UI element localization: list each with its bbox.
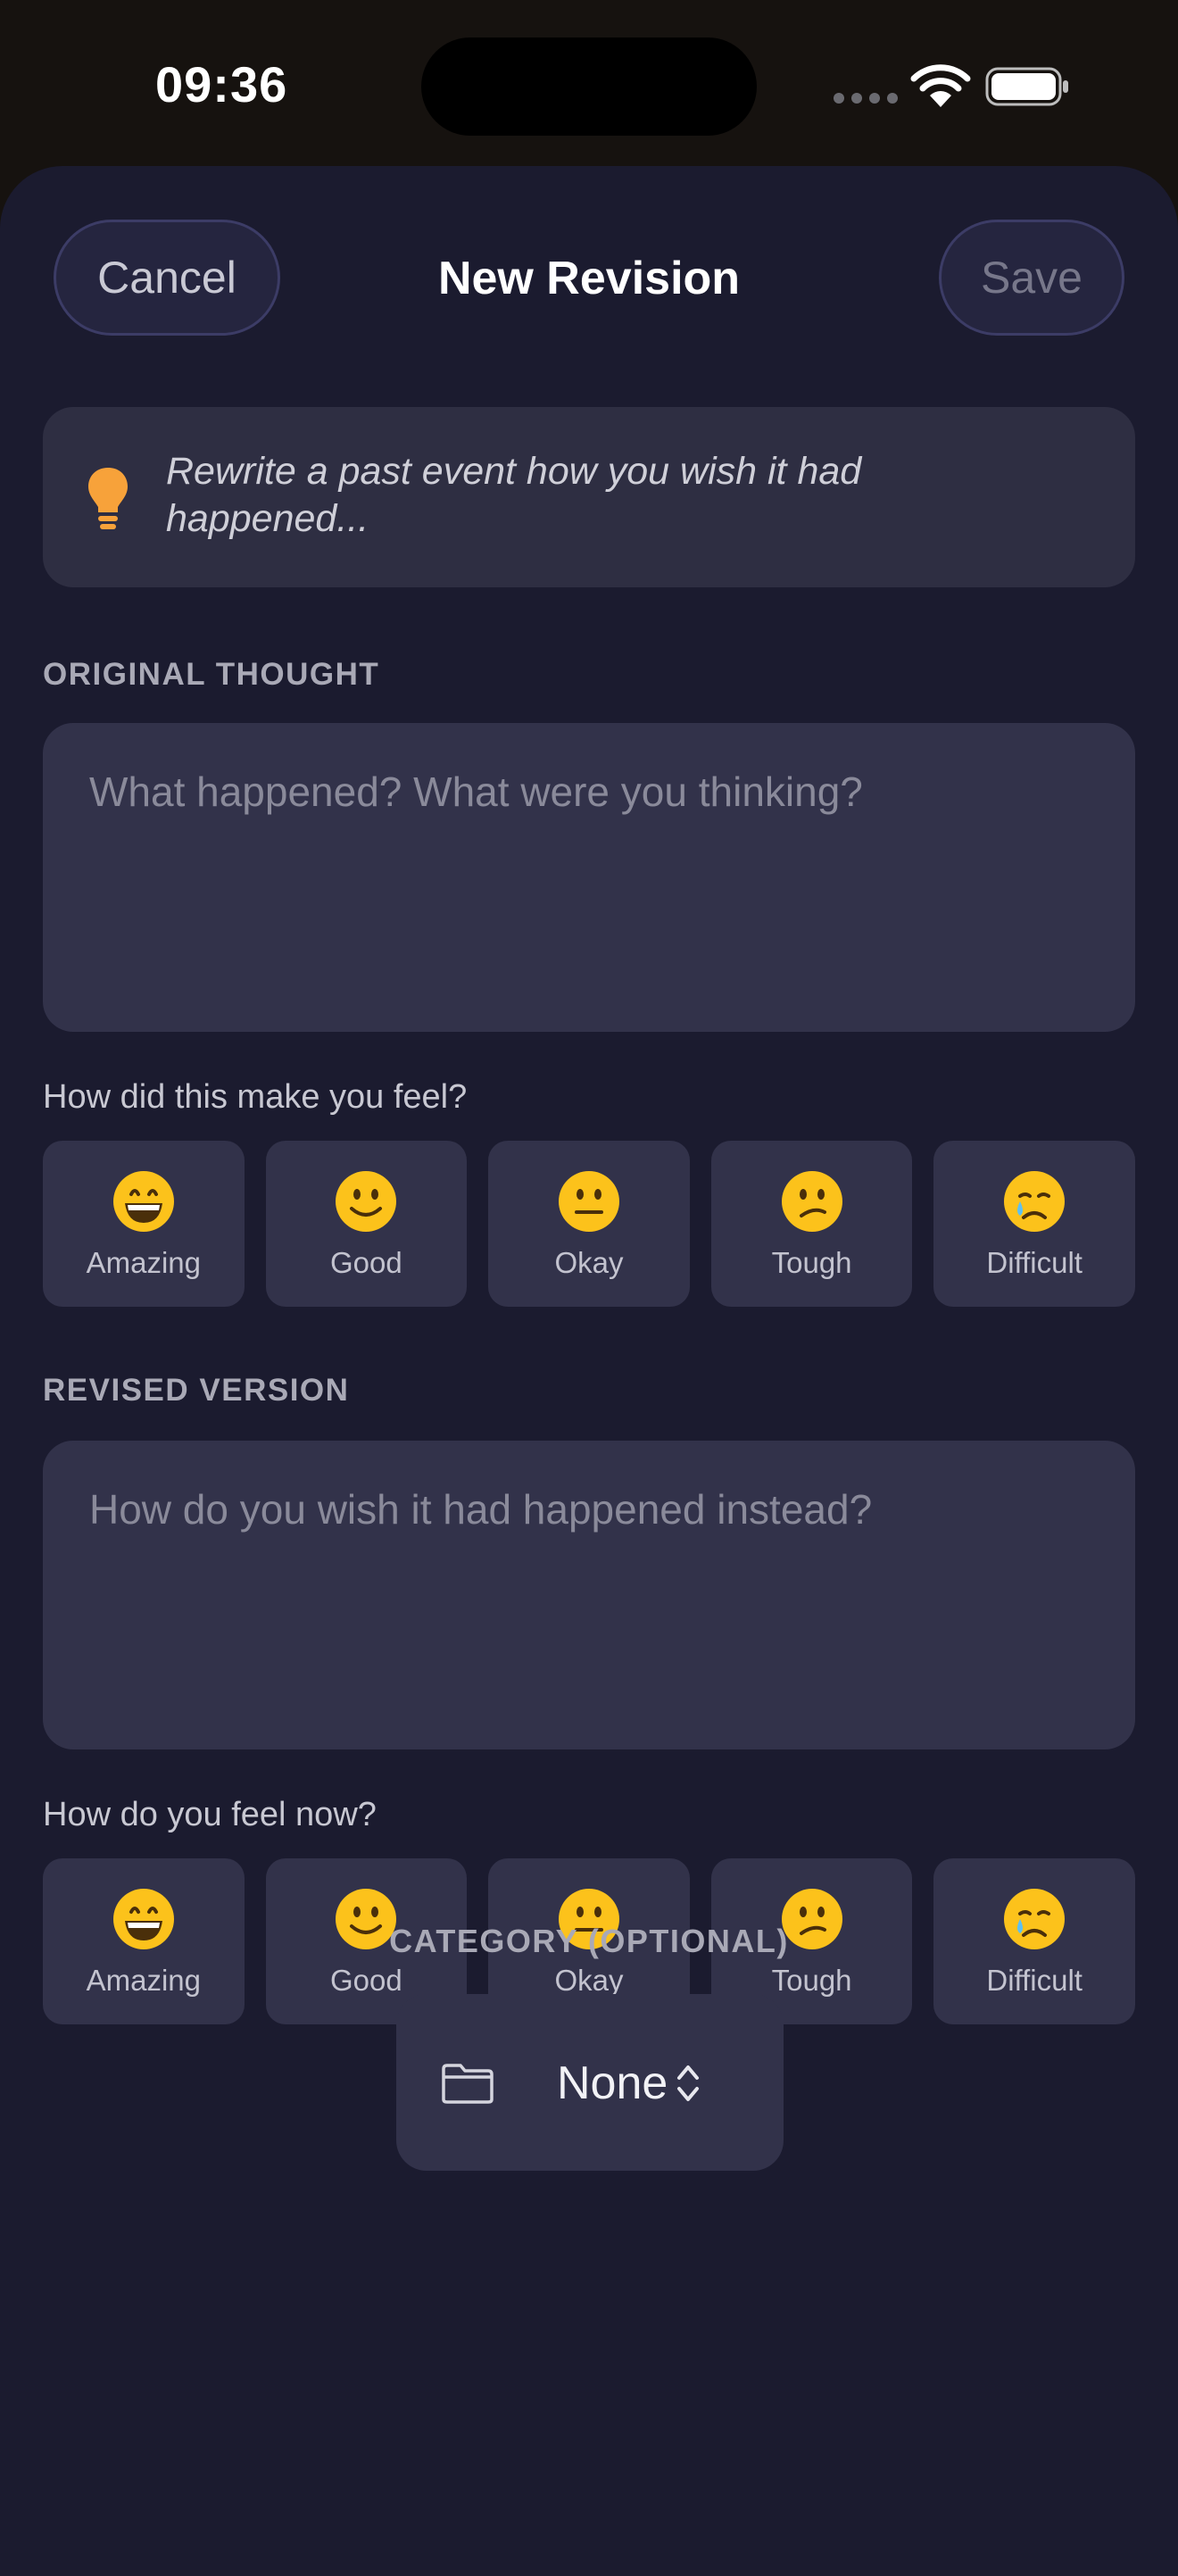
mood-label: Okay [554,1246,624,1279]
slightly-smiling-face-icon [336,1171,397,1232]
lightbulb-icon [88,468,128,529]
neutral-face-icon [558,1171,619,1232]
mood-option-amazing[interactable]: Amazing [43,1141,245,1307]
grinning-face-icon [112,1171,174,1232]
battery-icon [985,67,1068,106]
mood-label: Okay [554,1964,624,1997]
mood-option-difficult[interactable]: Difficult [933,1141,1135,1307]
revised-feel-question: How do you feel now? [43,1796,377,1833]
save-button[interactable]: Save [939,220,1124,336]
mood-label: Tough [771,1246,852,1279]
confused-face-icon [781,1171,842,1232]
category-label: CATEGORY (OPTIONAL) [389,1923,789,1959]
original-thought-label: ORIGINAL THOUGHT [43,657,380,692]
original-mood-picker: Amazing Good Okay Tough Difficult [43,1141,1135,1307]
original-feel-question: How did this make you feel? [43,1078,468,1116]
mood-label: Good [330,1964,402,1997]
mood-option-tough[interactable]: Tough [710,1141,913,1307]
status-time: 09:36 [155,56,288,112]
crying-face-icon [1004,1171,1066,1232]
original-thought-placeholder: What happened? What were you thinking? [89,769,863,815]
revised-version-label: REVISED VERSION [43,1373,350,1408]
mood-label: Amazing [86,1964,201,1997]
mood-label: Tough [771,1964,852,1997]
cellular-signal-icon [834,93,898,104]
new-revision-sheet: Cancel New Revision Save Rewrite a past … [0,166,1178,2576]
mood-label: Difficult [986,1964,1083,1997]
mood-label: Amazing [86,1246,201,1279]
revised-version-input[interactable]: How do you wish it had happened instead? [43,1441,1135,1749]
category-picker[interactable]: None [396,1994,784,2171]
hint-text: Rewrite a past event how you wish it had… [166,450,862,540]
wifi-icon [910,64,971,107]
hint-card: Rewrite a past event how you wish it had… [43,407,1135,587]
mood-label: Difficult [986,1246,1083,1279]
folder-icon [442,2064,494,2104]
mood-option-good[interactable]: Good [265,1141,468,1307]
mood-option-okay[interactable]: Okay [488,1141,690,1307]
original-thought-input[interactable]: What happened? What were you thinking? [43,723,1135,1032]
category-value: None [557,2057,668,2109]
chevron-up-down-icon [677,2065,699,2101]
revised-version-placeholder: How do you wish it had happened instead? [89,1486,873,1533]
dynamic-island [421,37,757,136]
mood-label: Good [330,1246,402,1279]
status-bar: 09:36 [0,0,1178,170]
